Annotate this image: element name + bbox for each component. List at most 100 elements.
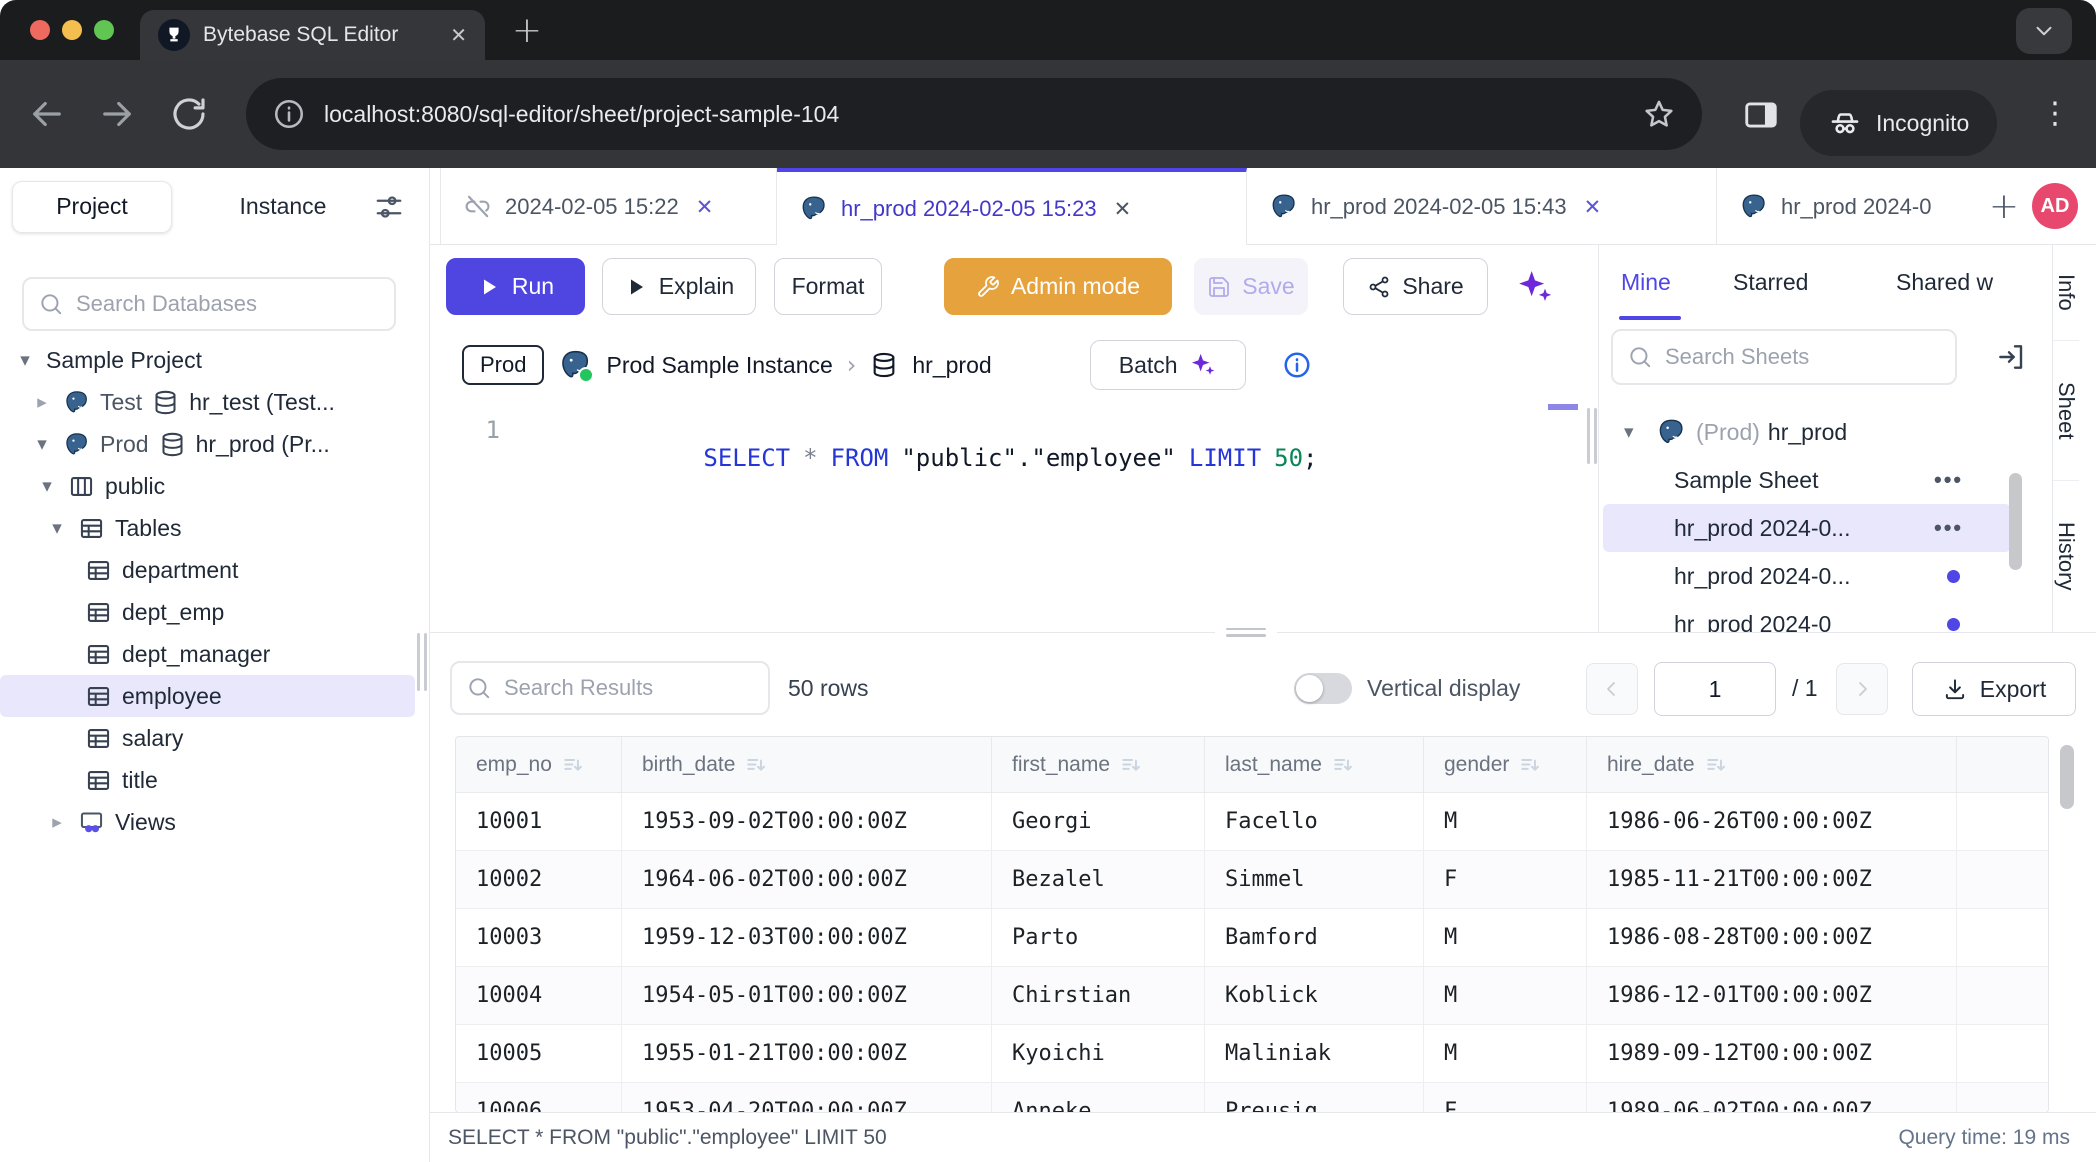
tree-item-schema-public[interactable]: ▾public: [0, 465, 429, 507]
forward-icon[interactable]: [96, 93, 138, 135]
table-cell[interactable]: 1955-01-21T00:00:00Z: [622, 1025, 992, 1082]
chevron-down-icon[interactable]: ▾: [14, 349, 36, 371]
editor-tab-3[interactable]: hr_prod 2024-02-05 15:43 ✕: [1247, 168, 1717, 245]
admin-mode-button[interactable]: Admin mode: [944, 258, 1172, 315]
tab-mine[interactable]: Mine: [1621, 245, 1671, 320]
table-cell[interactable]: 1954-05-01T00:00:00Z: [622, 967, 992, 1024]
back-icon[interactable]: [26, 93, 68, 135]
sort-icon[interactable]: [1519, 754, 1541, 776]
tab-shared[interactable]: Shared w: [1896, 245, 2052, 320]
table-cell[interactable]: 10004: [456, 967, 622, 1024]
sort-icon[interactable]: [1332, 754, 1354, 776]
sidebar-resize-handle[interactable]: [417, 633, 427, 691]
table-cell[interactable]: F: [1424, 851, 1587, 908]
share-button[interactable]: Share: [1343, 258, 1488, 315]
tab-search-button[interactable]: [2016, 8, 2072, 54]
results-resize-handle[interactable]: [1215, 621, 1277, 643]
sheet-item[interactable]: hr_prod 2024-0: [1599, 600, 2052, 632]
tree-item-views-group[interactable]: ▸Views: [0, 801, 429, 843]
table-cell[interactable]: 1953-09-02T00:00:00Z: [622, 793, 992, 850]
column-header[interactable]: emp_no: [456, 737, 622, 792]
format-button[interactable]: Format: [774, 258, 882, 315]
tree-item-project[interactable]: ▾Sample Project: [0, 339, 429, 381]
editor-tab-2-active[interactable]: hr_prod 2024-02-05 15:23 ✕: [777, 168, 1247, 245]
user-avatar[interactable]: AD: [2032, 183, 2078, 229]
info-icon[interactable]: [1282, 350, 1312, 380]
run-button[interactable]: Run: [446, 258, 585, 315]
table-cell[interactable]: 10006: [456, 1083, 622, 1112]
sort-icon[interactable]: [1120, 754, 1142, 776]
tab-close-icon[interactable]: ✕: [1584, 195, 1602, 219]
browser-menu-icon[interactable]: ⋮: [2040, 94, 2070, 134]
column-header[interactable]: birth_date: [622, 737, 992, 792]
table-row[interactable]: 100021964-06-02T00:00:00ZBezalelSimmelF1…: [456, 851, 2048, 909]
tab-close-icon[interactable]: ✕: [1114, 197, 1132, 221]
window-minimize-button[interactable]: [62, 20, 82, 40]
table-row[interactable]: 100051955-01-21T00:00:00ZKyoichiMaliniak…: [456, 1025, 2048, 1083]
table-cell[interactable]: Bezalel: [992, 851, 1205, 908]
chevron-down-icon[interactable]: ▾: [46, 517, 68, 539]
table-cell[interactable]: Georgi: [992, 793, 1205, 850]
chevron-down-icon[interactable]: ▾: [1624, 421, 1648, 443]
tab-close-icon[interactable]: ✕: [696, 195, 714, 219]
column-header[interactable]: hire_date: [1587, 737, 1957, 792]
table-cell[interactable]: Bamford: [1205, 909, 1424, 966]
tab-sheet[interactable]: Sheet: [2053, 341, 2079, 481]
table-cell[interactable]: 10001: [456, 793, 622, 850]
sort-icon[interactable]: [562, 754, 584, 776]
next-page-button[interactable]: [1836, 663, 1888, 715]
table-cell[interactable]: 1986-12-01T00:00:00Z: [1587, 967, 1957, 1024]
minimap-slider[interactable]: [1548, 404, 1578, 410]
sort-icon[interactable]: [745, 754, 767, 776]
tree-item-table-dept-manager[interactable]: dept_manager: [0, 633, 429, 675]
new-tab-button[interactable]: +: [505, 8, 549, 52]
reload-icon[interactable]: [168, 93, 210, 135]
table-cell[interactable]: M: [1424, 1025, 1587, 1082]
page-number-input[interactable]: [1654, 662, 1776, 716]
tab-starred[interactable]: Starred: [1733, 245, 1808, 320]
batch-button[interactable]: Batch: [1090, 340, 1246, 390]
explain-button[interactable]: Explain: [602, 258, 756, 315]
tab-instance[interactable]: Instance: [208, 193, 358, 220]
sql-code-editor[interactable]: 1 SELECT*FROM"public"."employee"LIMIT50;: [430, 400, 1598, 632]
table-cell[interactable]: Facello: [1205, 793, 1424, 850]
table-cell[interactable]: Parto: [992, 909, 1205, 966]
table-cell[interactable]: Chirstian: [992, 967, 1205, 1024]
table-row[interactable]: 100041954-05-01T00:00:00ZChirstianKoblic…: [456, 967, 2048, 1025]
panel-resize-handle[interactable]: [1587, 408, 1597, 464]
ai-sparkles-icon[interactable]: [1515, 267, 1555, 307]
browser-tab[interactable]: Bytebase SQL Editor ✕: [140, 10, 485, 60]
sheet-item[interactable]: hr_prod 2024-0...: [1599, 552, 2052, 600]
table-cell[interactable]: Anneke: [992, 1083, 1205, 1112]
tree-item-table-salary[interactable]: salary: [0, 717, 429, 759]
filter-settings-icon[interactable]: [374, 192, 404, 222]
table-row[interactable]: 100011953-09-02T00:00:00ZGeorgiFacelloM1…: [456, 793, 2048, 851]
table-cell[interactable]: Preusig: [1205, 1083, 1424, 1112]
sheet-item-selected[interactable]: hr_prod 2024-0...•••: [1603, 504, 2011, 552]
table-cell[interactable]: M: [1424, 967, 1587, 1024]
window-close-button[interactable]: [30, 20, 50, 40]
table-cell[interactable]: 1986-08-28T00:00:00Z: [1587, 909, 1957, 966]
vertical-display-toggle[interactable]: [1294, 673, 1352, 704]
table-cell[interactable]: 1986-06-26T00:00:00Z: [1587, 793, 1957, 850]
tab-info[interactable]: Info: [2053, 245, 2079, 341]
table-cell[interactable]: Kyoichi: [992, 1025, 1205, 1082]
tab-history[interactable]: History: [2053, 481, 2079, 631]
table-cell[interactable]: M: [1424, 909, 1587, 966]
tree-item-database-test[interactable]: ▸Testhr_test (Test...: [0, 381, 429, 423]
table-cell[interactable]: Maliniak: [1205, 1025, 1424, 1082]
database-search-input[interactable]: [76, 291, 380, 317]
table-cell[interactable]: Koblick: [1205, 967, 1424, 1024]
column-header[interactable]: last_name: [1205, 737, 1424, 792]
editor-tab-4[interactable]: hr_prod 2024-0: [1717, 168, 1962, 245]
chevron-right-icon[interactable]: ▸: [31, 391, 53, 413]
instance-name[interactable]: Prod Sample Instance: [606, 352, 832, 379]
table-cell[interactable]: M: [1424, 793, 1587, 850]
tree-item-table-title[interactable]: title: [0, 759, 429, 801]
sort-icon[interactable]: [1705, 754, 1727, 776]
table-row[interactable]: 100031959-12-03T00:00:00ZPartoBamfordM19…: [456, 909, 2048, 967]
table-cell[interactable]: 1953-04-20T00:00:00Z: [622, 1083, 992, 1112]
results-scrollbar[interactable]: [2060, 745, 2074, 809]
prev-page-button[interactable]: [1586, 663, 1638, 715]
table-cell[interactable]: 1959-12-03T00:00:00Z: [622, 909, 992, 966]
